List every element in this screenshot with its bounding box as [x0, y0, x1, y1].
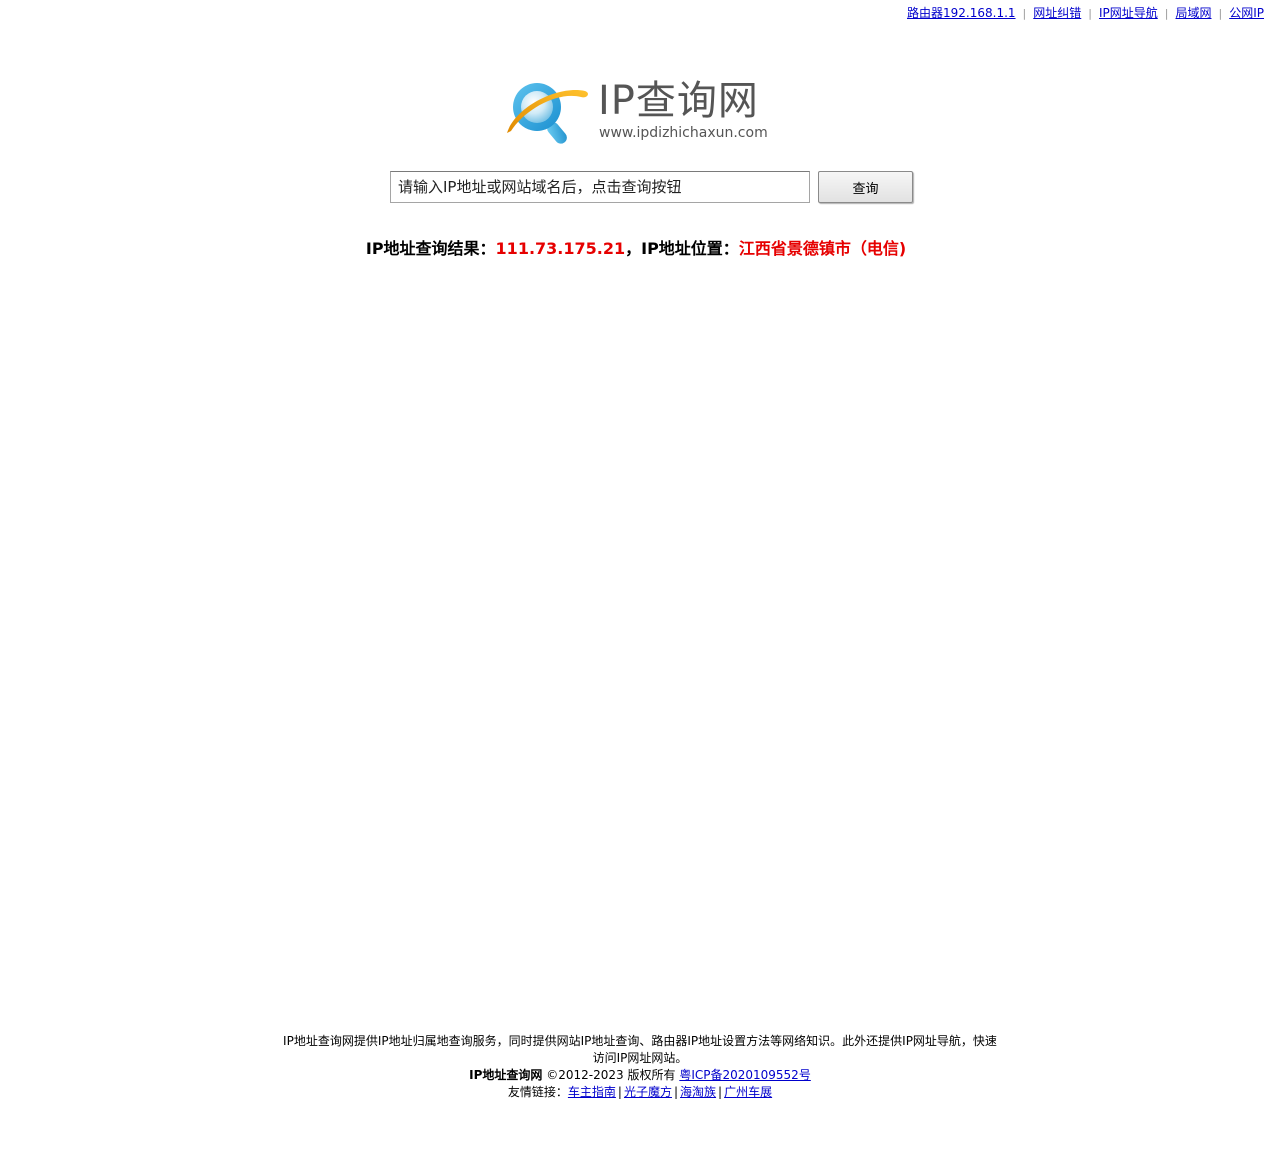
footer-icp-link[interactable]: 粤ICP备2020109552号 [679, 1068, 811, 1082]
logo-url: www.ipdizhichaxun.com [599, 125, 768, 141]
footer-friend-links: 友情链接：车主指南 | 光子魔方 | 海淘族 | 广州车展 [270, 1084, 1010, 1101]
search-button[interactable]: 查询 [818, 171, 913, 203]
friend-link-separator: | [617, 1085, 622, 1099]
footer-copyright-line: IP地址查询网 ©2012-2023 版权所有 粤ICP备2020109552号 [270, 1067, 1010, 1084]
top-nav: 路由器192.168.1.1 | 网址纠错 | IP网址导航 | 局域网 | 公网IP [907, 5, 1264, 22]
nav-link-lan[interactable]: 局域网 [1175, 6, 1211, 20]
result-comma: ， [625, 239, 642, 258]
search-input[interactable] [390, 171, 810, 203]
result-ip-label: IP地址查询结果： [365, 239, 496, 258]
friend-link-haitaozu[interactable]: 海淘族 [680, 1085, 716, 1099]
site-logo[interactable]: IP查询网 www.ipdizhichaxun.com [503, 77, 783, 149]
page-footer: IP地址查询网提供IP地址归属地查询服务，同时提供网站IP地址查询、路由器IP地… [270, 1033, 1010, 1101]
footer-site-name: IP地址查询网 [469, 1068, 543, 1082]
nav-separator: | [1218, 7, 1223, 20]
nav-separator: | [1088, 7, 1092, 20]
friend-links-label: 友情链接： [507, 1085, 568, 1099]
result-location-value: 江西省景德镇市（电信) [738, 239, 907, 258]
friend-link-separator: | [718, 1085, 723, 1099]
result-location-label: IP地址位置： [641, 239, 739, 258]
magnifier-globe-icon [507, 83, 588, 144]
nav-link-public-ip[interactable]: 公网IP [1229, 6, 1264, 20]
nav-separator: | [1164, 7, 1169, 20]
nav-link-router[interactable]: 路由器192.168.1.1 [907, 6, 1016, 20]
friend-link-separator: | [673, 1085, 679, 1099]
logo-title: IP查询网 [598, 78, 759, 124]
nav-link-ip-navigation[interactable]: IP网址导航 [1099, 6, 1158, 20]
nav-link-url-report[interactable]: 网址纠错 [1033, 6, 1081, 20]
friend-link-car-guide[interactable]: 车主指南 [568, 1085, 616, 1099]
footer-description: IP地址查询网提供IP地址归属地查询服务，同时提供网站IP地址查询、路由器IP地… [283, 1034, 997, 1065]
footer-copyright: ©2012-2023 版权所有 [546, 1068, 676, 1082]
query-result: IP地址查询结果：111.73.175.21，IP地址位置：江西省景德镇市（电信… [0, 238, 1272, 260]
friend-link-photon[interactable]: 光子魔方 [624, 1085, 672, 1099]
friend-link-guangzhou-autoshow[interactable]: 广州车展 [724, 1085, 772, 1099]
nav-separator: | [1022, 7, 1027, 20]
result-ip-value: 111.73.175.21 [495, 239, 626, 258]
